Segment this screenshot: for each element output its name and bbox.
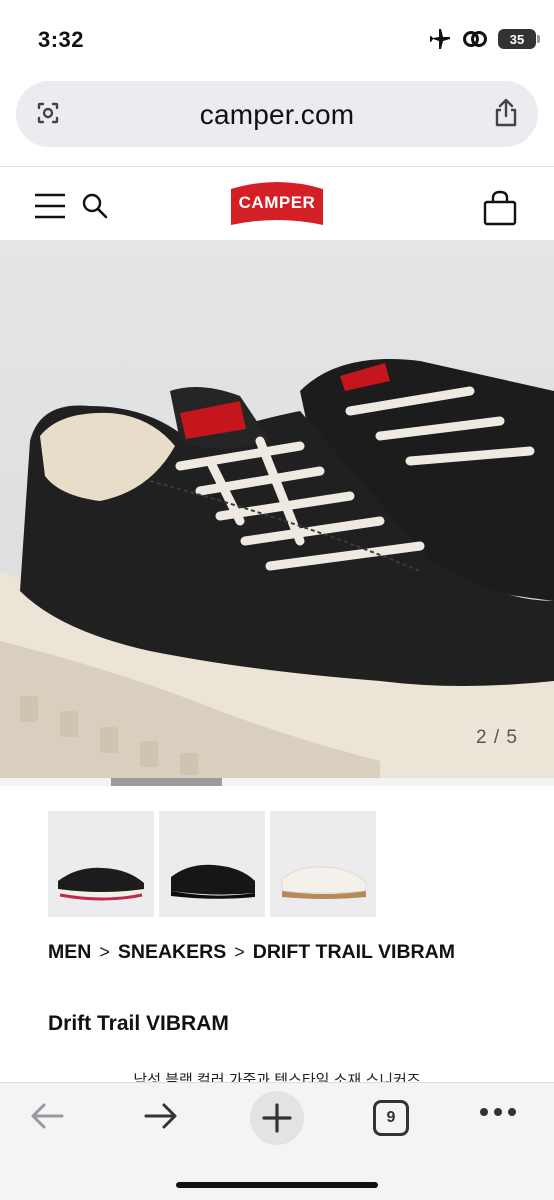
battery-icon: 35 xyxy=(498,29,540,49)
status-time: 3:32 xyxy=(38,27,85,52)
breadcrumb-separator: > xyxy=(99,942,110,962)
status-icons: 35 xyxy=(428,28,540,50)
thumb-all-black[interactable] xyxy=(159,811,265,917)
new-tab-button[interactable] xyxy=(250,1091,304,1145)
url-text[interactable]: camper.com xyxy=(16,99,538,131)
more-icon[interactable] xyxy=(478,1105,518,1124)
home-indicator xyxy=(176,1182,378,1188)
breadcrumb-separator: > xyxy=(234,942,245,962)
thumb-black-red-sole[interactable] xyxy=(48,811,154,917)
gallery-progress xyxy=(0,778,554,786)
gallery-progress-fill xyxy=(110,778,222,786)
tabs-button[interactable]: 9 xyxy=(373,1100,409,1136)
thumb-white[interactable] xyxy=(270,811,376,917)
forward-icon[interactable] xyxy=(142,1097,180,1140)
site-header: CAMPER xyxy=(0,167,554,241)
breadcrumb-men[interactable]: MEN xyxy=(48,941,91,964)
plus-icon xyxy=(262,1103,292,1133)
gallery-counter: 2 / 5 xyxy=(476,727,518,748)
share-icon[interactable] xyxy=(492,97,520,134)
status-bar: 3:32 35 xyxy=(0,0,554,78)
product-hero-image[interactable]: 2 / 5 xyxy=(0,241,554,778)
breadcrumb-product[interactable]: DRIFT TRAIL VIBRAM xyxy=(253,941,455,964)
breadcrumb-sneakers[interactable]: SNEAKERS xyxy=(118,941,226,964)
breadcrumb: MEN > SNEAKERS > DRIFT TRAIL VIBRAM xyxy=(48,941,455,964)
back-icon[interactable] xyxy=(28,1097,66,1140)
menu-icon[interactable] xyxy=(34,193,66,224)
thumbnail-strip xyxy=(48,811,376,917)
product-title: Drift Trail VIBRAM xyxy=(48,1012,229,1035)
bag-icon[interactable] xyxy=(482,189,518,232)
link-icon xyxy=(462,28,488,50)
url-bar[interactable]: camper.com xyxy=(16,81,538,147)
product-subtitle: 남성 블랙 컬러 가죽과 텍스타일 소재 스니커즈 xyxy=(133,1072,421,1083)
airplane-icon xyxy=(428,28,452,50)
logo-text: CAMPER xyxy=(238,193,316,212)
search-icon[interactable] xyxy=(80,191,110,226)
camper-logo[interactable]: CAMPER xyxy=(229,179,325,227)
